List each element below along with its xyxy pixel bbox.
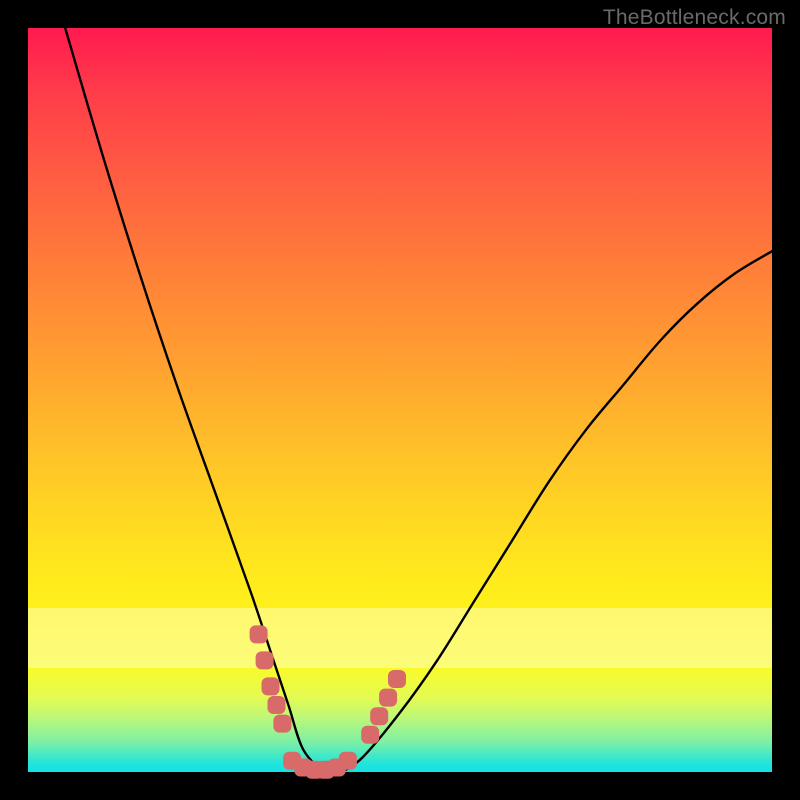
- marker-dots: [250, 625, 406, 778]
- marker-dot: [361, 726, 379, 744]
- plot-area: [28, 28, 772, 772]
- marker-dot: [388, 670, 406, 688]
- marker-dot: [262, 677, 280, 695]
- curve-layer: [28, 28, 772, 772]
- marker-dot: [273, 715, 291, 733]
- marker-dot: [339, 752, 357, 770]
- marker-dot: [250, 625, 268, 643]
- marker-dot: [256, 651, 274, 669]
- marker-dot: [370, 707, 388, 725]
- watermark-text: TheBottleneck.com: [603, 6, 786, 30]
- marker-dot: [379, 689, 397, 707]
- marker-dot: [268, 696, 286, 714]
- outer-frame: TheBottleneck.com: [0, 0, 800, 800]
- bottleneck-curve: [65, 28, 772, 774]
